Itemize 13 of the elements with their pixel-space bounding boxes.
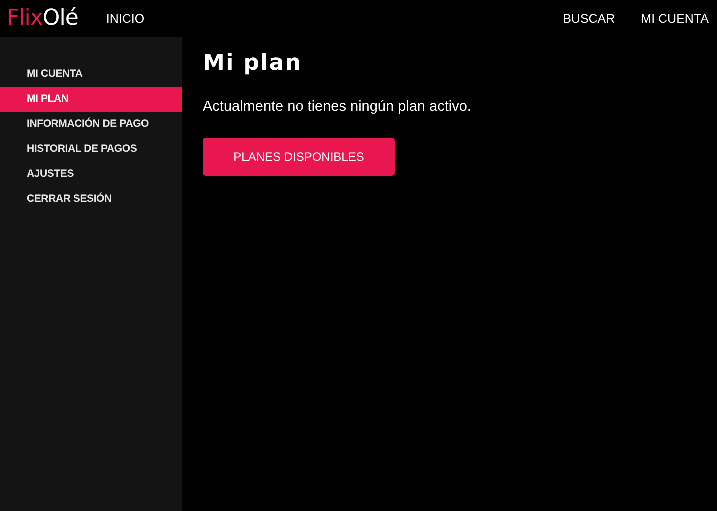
sidebar-item[interactable]: MI CUENTA xyxy=(0,62,182,87)
nav-link[interactable]: MI CUENTA xyxy=(641,12,709,26)
nav-link[interactable]: INICIO xyxy=(106,12,145,26)
sidebar-item[interactable]: AJUSTES xyxy=(0,162,182,187)
sidebar-item[interactable]: MI PLAN xyxy=(0,87,182,112)
page-title: Mi plan xyxy=(203,51,304,76)
nav-link[interactable]: BUSCAR xyxy=(563,12,616,26)
sidebar-item[interactable]: HISTORIAL DE PAGOS xyxy=(0,137,182,162)
sidebar-item[interactable]: INFORMACIÓN DE PAGO xyxy=(0,112,182,137)
status-message: Actualmente no tienes ningún plan activo. xyxy=(203,99,472,115)
logo[interactable]: FlixOlé xyxy=(7,6,78,31)
available-plans-button[interactable]: PLANES DISPONIBLES xyxy=(203,138,395,176)
sidebar-item[interactable]: CERRAR SESIÓN xyxy=(0,187,182,212)
